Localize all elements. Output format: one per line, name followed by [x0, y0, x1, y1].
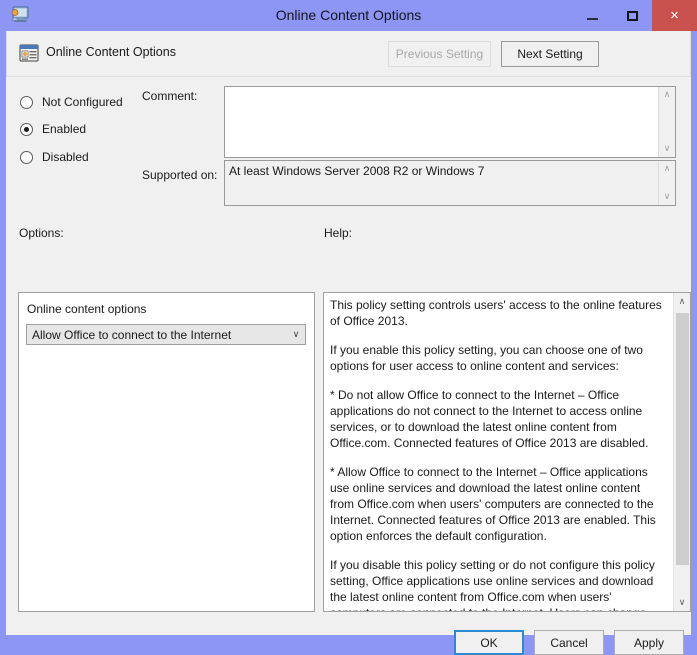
help-panel[interactable]: This policy setting controls users' acce…	[323, 292, 691, 612]
close-icon: ×	[670, 7, 679, 24]
minimize-button[interactable]	[572, 0, 612, 31]
radio-label: Enabled	[42, 122, 87, 136]
radio-circle-icon	[20, 150, 33, 164]
help-section-label: Help:	[324, 226, 353, 240]
scroll-up-icon[interactable]: ∧	[659, 161, 675, 177]
ok-button[interactable]: OK	[454, 630, 524, 655]
maximize-button[interactable]	[612, 0, 652, 31]
setting-header: Online Content Options Previous Setting …	[6, 31, 691, 77]
dropdown-value: Allow Office to connect to the Internet	[32, 327, 232, 342]
supported-on-textbox[interactable]: At least Windows Server 2008 R2 or Windo…	[224, 160, 676, 206]
title-bar[interactable]: Online Content Options ×	[0, 0, 697, 31]
radio-circle-icon	[20, 95, 33, 109]
help-paragraph: * Allow Office to connect to the Interne…	[330, 465, 656, 543]
scroll-up-icon[interactable]: ∧	[674, 293, 690, 310]
radio-enabled[interactable]: Enabled	[20, 120, 86, 138]
dialog-client-area: Online Content Options Previous Setting …	[6, 31, 691, 655]
scroll-down-icon[interactable]: ∨	[659, 141, 675, 157]
help-paragraph: If you enable this policy setting, you c…	[330, 343, 643, 373]
scroll-up-icon[interactable]: ∧	[659, 87, 675, 103]
comment-scrollbar[interactable]: ∧ ∨	[658, 87, 675, 157]
help-paragraph: This policy setting controls users' acce…	[330, 298, 662, 328]
help-paragraph: If you disable this policy setting or do…	[330, 558, 655, 611]
policy-settings-window: Online Content Options × Online Content …	[0, 0, 697, 655]
scroll-down-icon[interactable]: ∨	[674, 594, 690, 611]
scrollbar-thumb[interactable]	[676, 313, 689, 565]
supported-on-value: At least Windows Server 2008 R2 or Windo…	[229, 164, 485, 178]
radio-label: Not Configured	[42, 95, 123, 109]
next-setting-button[interactable]: Next Setting	[501, 41, 599, 67]
radio-label: Disabled	[42, 150, 89, 164]
supported-on-label: Supported on:	[142, 168, 218, 182]
maximize-icon	[626, 10, 638, 21]
help-text: This policy setting controls users' acce…	[324, 293, 672, 611]
comment-textbox[interactable]: ∧ ∨	[224, 86, 676, 158]
radio-disabled[interactable]: Disabled	[20, 148, 89, 166]
options-panel: Online content options Allow Office to c…	[18, 292, 315, 612]
comment-label: Comment:	[142, 89, 198, 103]
policy-setting-icon	[19, 43, 39, 63]
online-content-options-dropdown[interactable]: Allow Office to connect to the Internet …	[26, 324, 306, 345]
chevron-down-icon: ∨	[292, 329, 300, 340]
online-content-options-label: Online content options	[27, 302, 147, 316]
apply-button[interactable]: Apply	[614, 630, 684, 655]
help-scrollbar[interactable]: ∧ ∨	[673, 293, 690, 611]
supported-on-scrollbar[interactable]: ∧ ∨	[658, 161, 675, 205]
setting-title: Online Content Options	[46, 45, 176, 59]
previous-setting-button[interactable]: Previous Setting	[388, 41, 491, 67]
options-section-label: Options:	[19, 226, 64, 240]
radio-circle-selected-icon	[20, 122, 33, 136]
minimize-icon	[586, 17, 598, 20]
close-button[interactable]: ×	[652, 0, 697, 31]
cancel-button[interactable]: Cancel	[534, 630, 604, 655]
scroll-down-icon[interactable]: ∨	[659, 189, 675, 205]
window-controls: ×	[572, 0, 697, 31]
radio-not-configured[interactable]: Not Configured	[20, 93, 123, 111]
help-paragraph: * Do not allow Office to connect to the …	[330, 388, 649, 450]
